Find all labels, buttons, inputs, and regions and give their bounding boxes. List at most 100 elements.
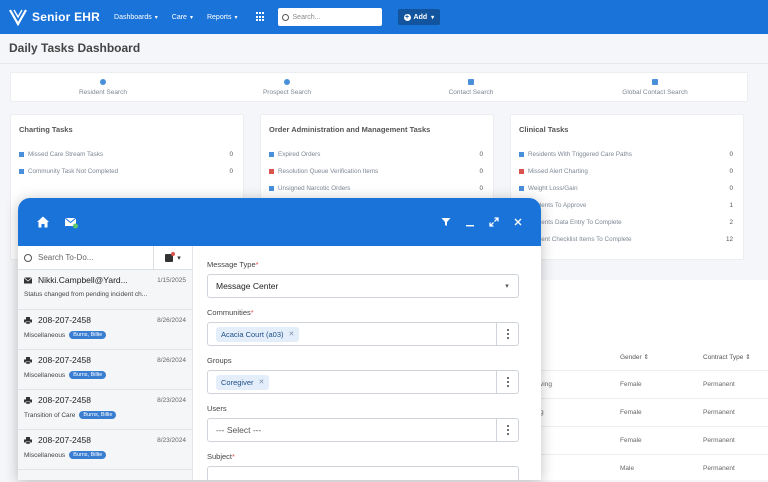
top-nav: Senior EHR Dashboards ▾ Care ▾ Reports ▾ Se…	[0, 0, 768, 34]
task-row[interactable]: Weight Loss/Gain 0	[519, 180, 733, 197]
message-form: Message Type* Message Center ▾ Communiti…	[207, 260, 519, 480]
gender-header-label: Gender	[620, 354, 642, 361]
nav-reports[interactable]: Reports ▾	[207, 14, 238, 21]
todo-search-input[interactable]: Search To-Do...	[18, 246, 154, 269]
sort-icon: ⇕	[745, 354, 751, 361]
task-row[interactable]: Community Task Not Completed 0	[19, 163, 233, 180]
card-title: Clinical Tasks	[519, 125, 569, 134]
square-bullet-icon	[269, 169, 274, 174]
contract-type-column-header[interactable]: Contract Type ⇕	[703, 353, 768, 361]
task-label: Incidents Data Entry To Complete	[528, 219, 622, 226]
square-bullet-icon	[19, 152, 24, 157]
global-search-input[interactable]: Search...	[277, 8, 382, 26]
task-row[interactable]: Unsigned Narcotic Orders 0	[269, 180, 483, 197]
nav-dashboards[interactable]: Dashboards ▾	[114, 14, 158, 21]
square-bullet-icon	[269, 186, 274, 191]
subject-input[interactable]	[207, 466, 519, 480]
item-date: 1/15/2025	[157, 276, 186, 284]
contact-search-link[interactable]: Contact Search	[379, 73, 563, 101]
add-button[interactable]: + Add ▾	[397, 9, 441, 25]
users-select[interactable]: --- Select ---	[207, 418, 519, 442]
home-icon[interactable]	[36, 215, 50, 229]
item-date: 8/26/2024	[157, 316, 186, 324]
message-type-select[interactable]: Message Center ▾	[207, 274, 519, 298]
chevron-down-icon: ▾	[505, 283, 509, 290]
item-sender: 208-207-2458	[38, 435, 91, 445]
contact-search-label: Contact Search	[448, 88, 494, 96]
task-row[interactable]: Missed Care Stream Tasks 0	[19, 146, 233, 163]
fax-icon	[24, 356, 32, 364]
remove-chip-icon[interactable]: ✕	[289, 330, 295, 338]
more-options-icon[interactable]	[496, 323, 518, 345]
more-options-icon[interactable]	[496, 371, 518, 393]
table-cell: Female	[620, 381, 642, 388]
list-item[interactable]: 208-207-2458 8/26/2024 Miscellaneous Burn…	[18, 350, 192, 390]
groups-select[interactable]: Coregiver ✕	[207, 370, 519, 394]
table-row[interactable]: Male Permanent	[505, 454, 768, 482]
nav-dashboards-label: Dashboards	[114, 13, 152, 21]
users-label: Users	[207, 404, 227, 413]
message-type-value: Message Center	[216, 281, 279, 291]
remove-chip-icon[interactable]: ✕	[259, 378, 265, 386]
resident-search-label: Resident Search	[78, 88, 128, 96]
chevron-down-icon: ▾	[154, 14, 158, 21]
task-row[interactable]: Incident Checklist Items To Complete 12	[519, 231, 733, 248]
fax-icon	[24, 316, 32, 324]
notification-icon	[165, 251, 176, 262]
nav-reports-label: Reports	[206, 13, 232, 21]
square-bullet-icon	[269, 152, 274, 157]
task-label: Unsigned Narcotic Orders	[278, 185, 351, 192]
group-chip-label: Coregiver	[221, 377, 254, 387]
group-chip: Coregiver ✕	[216, 374, 270, 390]
address-book-icon	[652, 78, 658, 85]
table-row[interactable]: ingFemalePermanent	[505, 398, 768, 426]
table-row[interactable]: Female Permanent	[505, 426, 768, 454]
task-label: Incidents To Approve	[528, 202, 587, 209]
task-count: 0	[729, 168, 733, 175]
communities-select[interactable]: Acacia Court (a03) ✕	[207, 322, 519, 346]
close-icon[interactable]	[513, 217, 523, 227]
community-chip: Acacia Court (a03) ✕	[216, 326, 300, 342]
filter-icon[interactable]	[441, 217, 451, 227]
apps-grid-icon[interactable]	[255, 12, 266, 22]
more-options-icon[interactable]	[496, 419, 518, 441]
task-row[interactable]: Residents With Triggered Care Paths 0	[519, 146, 733, 163]
person-icon	[100, 78, 106, 85]
task-row[interactable]: Incidents Data Entry To Complete 2	[519, 214, 733, 231]
resident-badge: Burns, Billie	[69, 331, 107, 339]
item-date: 8/23/2024	[157, 396, 186, 404]
expand-icon[interactable]	[489, 217, 499, 227]
task-row[interactable]: Incidents To Approve 1	[519, 197, 733, 214]
contact-card-icon	[468, 78, 474, 85]
item-sender: 208-207-2458	[38, 315, 91, 325]
task-count: 12	[725, 236, 733, 243]
square-bullet-icon	[519, 169, 524, 174]
list-item[interactable]: Nikki.Campbell@Yard... 1/15/2025 Status …	[18, 270, 192, 310]
groups-label: Groups	[207, 356, 232, 365]
task-row[interactable]: Missed Alert Charting 0	[519, 163, 733, 180]
list-item[interactable]: 208-207-2458 8/23/2024 Transition of Car…	[18, 390, 192, 430]
task-count: 2	[729, 219, 733, 226]
todo-filter-button[interactable]: ▾	[154, 246, 192, 269]
prospect-search-link[interactable]: Prospect Search	[195, 73, 379, 101]
item-sender: Nikki.Campbell@Yard...	[38, 275, 128, 285]
minimize-icon[interactable]	[465, 217, 475, 227]
contract-type-header-label: Contract Type	[703, 354, 744, 361]
item-description: Miscellaneous	[24, 331, 66, 339]
table-cell: Female	[620, 437, 642, 444]
todo-search-bar: Search To-Do... ▾	[18, 246, 192, 270]
table-cell: Permanent	[703, 409, 735, 416]
task-row[interactable]: Expired Orders 0	[269, 146, 483, 163]
person-icon	[284, 78, 290, 85]
global-contact-search-link[interactable]: Global Contact Search	[563, 73, 747, 101]
table-row[interactable]: Living Female Permanent	[505, 370, 768, 398]
mail-add-icon[interactable]	[64, 215, 78, 229]
app-logo[interactable]: Senior EHR	[8, 7, 100, 27]
list-item[interactable]: 208-207-2458 8/23/2024 Miscellaneous Burn…	[18, 430, 192, 470]
task-row[interactable]: Resolution Queue Verification Items 0	[269, 163, 483, 180]
resident-search-link[interactable]: Resident Search	[11, 73, 195, 101]
nav-care[interactable]: Care ▾	[172, 14, 193, 21]
task-count: 1	[729, 202, 733, 209]
gender-column-header[interactable]: Gender ⇕	[620, 353, 703, 361]
list-item[interactable]: 208-207-2458 8/26/2024 Miscellaneous Burn…	[18, 310, 192, 350]
